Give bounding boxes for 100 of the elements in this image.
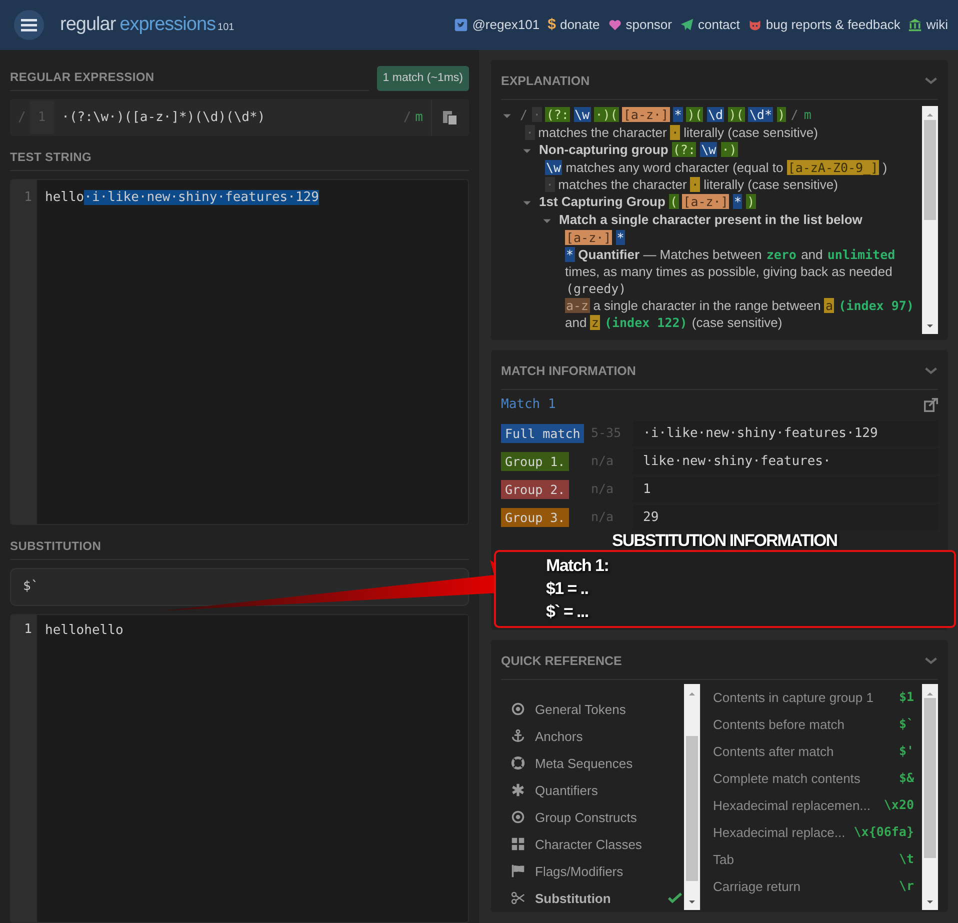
delimiter: / xyxy=(519,106,529,122)
match-value-text: 1 xyxy=(643,481,651,499)
match-count-badge: 1 match (~1ms) xyxy=(376,66,469,91)
test-text: hello·i·like·new·shiny·features·129 xyxy=(45,190,319,206)
version-label: 101 xyxy=(218,20,234,35)
delimiter: / xyxy=(790,106,800,122)
line-number: 1 xyxy=(11,614,37,922)
explanation-text: matches any word character (equal to xyxy=(566,160,784,175)
regex-token: z xyxy=(590,314,600,330)
reference-item[interactable]: Contents in capture group 1 $1 xyxy=(703,684,920,711)
regex-token: · xyxy=(545,176,555,192)
reference-item[interactable]: Carriage return \r xyxy=(703,872,920,900)
group-label: Group 2. xyxy=(501,480,570,499)
regex-token: ) xyxy=(746,194,756,209)
explanation-heading: 1st Capturing Group xyxy=(539,194,666,209)
code-text: (greedy) xyxy=(565,280,628,296)
explanation-heading: Quantifier xyxy=(578,246,640,262)
explanation-text: a single character in the range between xyxy=(593,298,821,313)
keyword-text: zero xyxy=(765,246,798,262)
regex-token: \w xyxy=(700,142,718,157)
regex-token: \w xyxy=(574,106,591,122)
nav-link[interactable]: bug reports & feedback xyxy=(748,15,900,35)
nav-link[interactable]: $ donate xyxy=(548,14,600,36)
category-item[interactable]: Group Constructs xyxy=(501,804,682,831)
reference-item[interactable]: Contents before match $` xyxy=(703,710,920,738)
nav-link[interactable]: @regex101 xyxy=(454,15,540,35)
logo-text[interactable]: expressions xyxy=(120,10,216,40)
group-label: Group 3. xyxy=(501,508,570,527)
regex-token: * xyxy=(565,246,575,262)
category-item[interactable]: General Tokens xyxy=(501,696,682,723)
explanation-text: times, as many times as possible, giving back as needed xyxy=(565,264,892,279)
annotation-title: SUBSTITUTION INFORMATION xyxy=(612,530,837,552)
match-title: Match 1 xyxy=(501,396,556,414)
line-number: 1 xyxy=(11,180,37,524)
regex-token: (?: xyxy=(672,142,696,157)
regex-token: )( xyxy=(728,106,745,122)
explanation-text: (case sensitive) xyxy=(692,314,782,330)
annotation-text: $1 = .. xyxy=(546,578,590,600)
category-item[interactable]: Character Classes xyxy=(501,830,682,858)
panel-title: EXPLANATION xyxy=(501,73,590,90)
test-string-editor[interactable]: 1 hello·i·like·new·shiny·features·129 xyxy=(10,179,469,526)
explanation-text: — Matches between xyxy=(643,246,762,262)
nav-link[interactable]: contact xyxy=(680,15,740,35)
reference-item[interactable]: Contents after match $' xyxy=(703,738,920,765)
group-label: Full match xyxy=(501,424,584,443)
keyword-text: (index 97) xyxy=(838,298,915,313)
delimiter: / xyxy=(403,108,412,127)
explanation-text: and xyxy=(801,246,823,262)
regex-token: a xyxy=(824,298,834,313)
regex-token: \w xyxy=(545,160,562,175)
dollar-icon: $ xyxy=(548,14,556,36)
explanation-text: matches the character xyxy=(538,124,667,140)
explanation-heading: Match a single character present in the list below xyxy=(559,212,862,227)
explanation-text: literally (case sensitive) xyxy=(704,176,838,192)
regex-token: [a-z·] xyxy=(565,230,612,245)
category-item[interactable]: Substitution xyxy=(501,884,682,910)
reference-item[interactable]: Tab \t xyxy=(703,846,920,873)
regex-token: )( xyxy=(686,106,704,122)
regex-token: · xyxy=(670,124,680,140)
regex-token: ( xyxy=(669,194,679,209)
panel-title: MATCH INFORMATION xyxy=(501,363,636,380)
regex-token: (?: xyxy=(545,106,570,122)
regex-token: [a-z·] xyxy=(622,106,670,122)
explanation-text: and xyxy=(565,314,587,330)
regex-token: \d xyxy=(707,106,724,122)
category-item[interactable]: Flags/Modifiers xyxy=(501,858,682,885)
explanation-heading: Non-capturing group xyxy=(539,142,668,157)
category-item[interactable]: Anchors xyxy=(501,722,682,750)
regex-token: * xyxy=(732,194,742,209)
regex-token: ·)( xyxy=(594,106,619,122)
nav-link[interactable]: wiki xyxy=(908,15,948,35)
explanation-text: matches the character xyxy=(558,176,687,192)
match-value-text: ·i·like·new·shiny·features·129 xyxy=(643,425,878,443)
regex-token: · xyxy=(525,124,535,140)
regex-token: a-z xyxy=(565,298,590,313)
category-item[interactable]: Quantifiers xyxy=(501,776,682,804)
reference-item[interactable]: Hexadecimal replacemen... \x20 xyxy=(703,792,920,819)
match-value-text: 29 xyxy=(643,509,659,527)
flag-text: m xyxy=(415,108,423,127)
group-label: Group 1. xyxy=(501,452,570,471)
explanation-text: literally (case sensitive) xyxy=(684,124,818,140)
reference-item[interactable]: Hexadecimal replace... \x{06fa} xyxy=(703,818,920,846)
section-title: REGULAR EXPRESSION xyxy=(10,56,369,91)
regex-token: · xyxy=(532,106,542,122)
reference-item[interactable]: Complete match contents $& xyxy=(703,764,920,792)
nav-link[interactable]: sponsor xyxy=(608,15,672,35)
section-title: SUBSTITUTION xyxy=(10,525,469,560)
match-value-text: like·new·shiny·features· xyxy=(643,453,831,471)
panel-title: QUICK REFERENCE xyxy=(501,653,622,670)
result-text: hellohello xyxy=(45,622,124,638)
regex-token: ·) xyxy=(720,142,738,157)
category-item[interactable]: Meta Sequences xyxy=(501,750,682,777)
annotation-text: $` = ... xyxy=(546,601,590,623)
section-title: TEST STRING xyxy=(10,136,469,172)
keyword-text: unlimited xyxy=(826,246,896,262)
flag-text: m xyxy=(802,106,812,122)
regex-token: [a-zA-Z0-9_] xyxy=(786,160,880,175)
annotation-text: Match 1: xyxy=(546,555,610,577)
regex-token: ) xyxy=(776,106,786,122)
logo-text[interactable]: regular xyxy=(60,10,116,40)
